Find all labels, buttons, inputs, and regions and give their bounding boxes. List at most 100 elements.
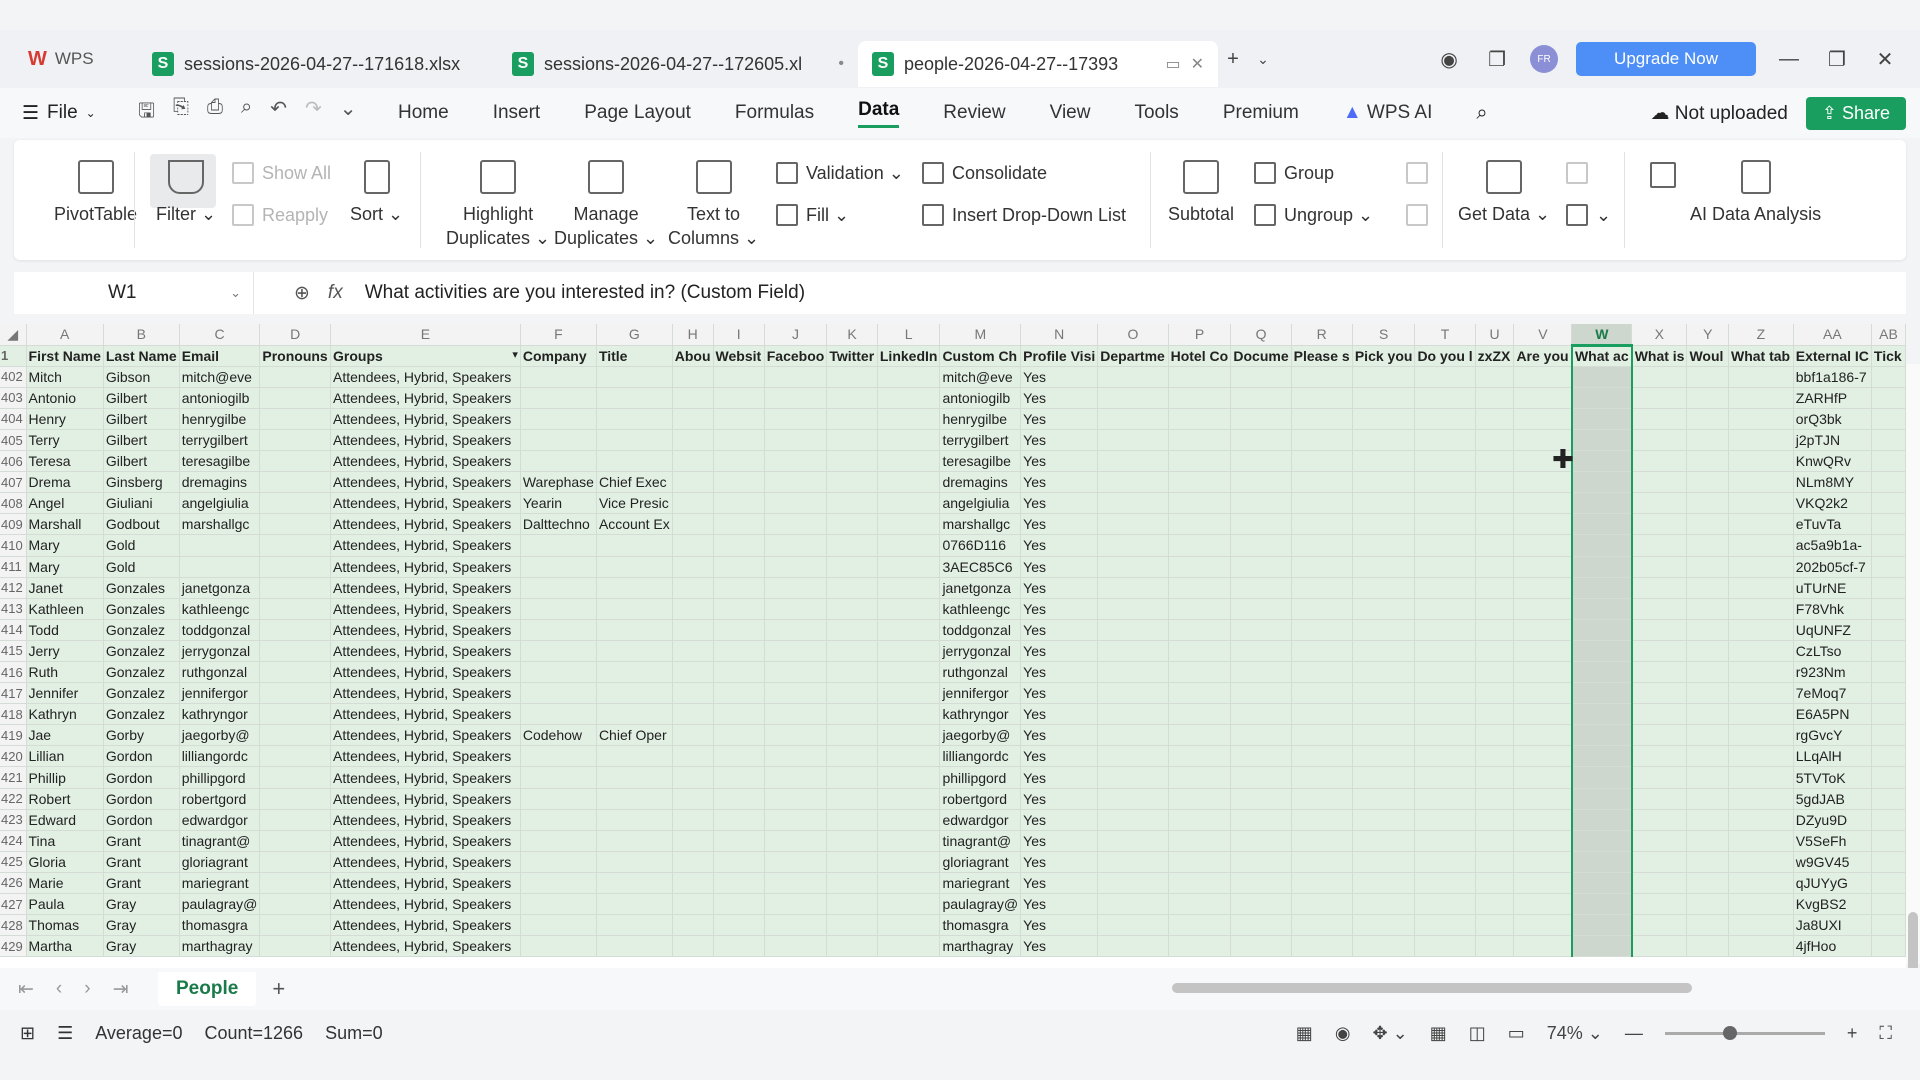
table-cell[interactable] — [1230, 577, 1292, 599]
table-cell[interactable]: Gordon — [103, 809, 180, 831]
table-cell[interactable] — [1291, 830, 1353, 852]
table-cell[interactable] — [1728, 745, 1794, 768]
header-cell[interactable]: External IC — [1793, 345, 1872, 367]
table-cell[interactable] — [1414, 387, 1476, 409]
table-cell[interactable] — [1475, 851, 1515, 873]
column-header-r[interactable]: R — [1291, 324, 1353, 346]
table-cell[interactable] — [672, 893, 714, 916]
table-cell[interactable] — [1871, 809, 1906, 831]
table-cell[interactable] — [1291, 513, 1353, 536]
table-cell[interactable] — [259, 935, 332, 958]
table-cell[interactable]: Gold — [103, 534, 180, 557]
table-cell[interactable] — [1230, 366, 1292, 388]
column-header-i[interactable]: I — [713, 324, 765, 346]
table-cell[interactable] — [877, 366, 941, 388]
table-cell[interactable]: Chief Exec — [596, 471, 673, 494]
table-cell[interactable] — [520, 872, 597, 895]
table-cell[interactable] — [259, 766, 332, 789]
table-cell[interactable] — [1352, 788, 1416, 810]
table-cell[interactable] — [1230, 640, 1292, 663]
table-cell[interactable]: 4jfHoo — [1793, 935, 1872, 958]
table-cell[interactable]: jennifergor — [179, 682, 261, 705]
table-cell[interactable]: 3AEC85C6 — [939, 556, 1022, 578]
table-cell[interactable] — [826, 745, 878, 768]
table-cell[interactable] — [1097, 619, 1169, 641]
table-cell[interactable] — [1291, 492, 1353, 515]
table-cell[interactable] — [259, 703, 332, 726]
table-cell[interactable] — [1728, 661, 1794, 684]
table-cell[interactable] — [713, 830, 765, 852]
save-icon[interactable]: 🖫 — [138, 96, 155, 130]
table-cell[interactable]: Kathryn — [26, 703, 104, 726]
table-cell[interactable] — [713, 745, 765, 768]
table-cell[interactable] — [1631, 914, 1688, 937]
table-cell[interactable] — [1570, 724, 1633, 747]
table-cell[interactable]: Gilbert — [103, 408, 180, 430]
column-header-w[interactable]: W — [1571, 324, 1633, 347]
table-cell[interactable] — [713, 703, 765, 726]
table-cell[interactable]: jennifergor — [939, 682, 1022, 705]
table-cell[interactable] — [672, 429, 714, 452]
ungroup-button[interactable]: Ungroup ⌄ — [1254, 204, 1373, 226]
table-cell[interactable] — [520, 598, 597, 620]
table-cell[interactable] — [1230, 872, 1292, 895]
column-header-d[interactable]: D — [259, 324, 332, 346]
table-cell[interactable] — [713, 556, 765, 578]
copilot-icon[interactable]: ◉ — [1434, 44, 1464, 74]
table-cell[interactable] — [1631, 851, 1688, 873]
table-cell[interactable]: dremagins — [179, 471, 261, 494]
table-cell[interactable]: Jennifer — [26, 682, 104, 705]
next-sheet-icon[interactable]: › — [84, 978, 90, 1001]
fx-icon[interactable]: fx — [328, 282, 343, 305]
table-cell[interactable] — [1352, 619, 1416, 641]
table-cell[interactable] — [1686, 366, 1729, 388]
horizontal-scroll-thumb[interactable] — [1172, 983, 1692, 993]
table-cell[interactable]: rgGvcY — [1793, 724, 1872, 747]
column-header-o[interactable]: O — [1097, 324, 1169, 346]
table-cell[interactable] — [764, 598, 828, 620]
menu-premium[interactable]: Premium — [1223, 102, 1299, 124]
table-cell[interactable] — [1631, 534, 1688, 557]
header-cell[interactable]: Hotel Co — [1168, 345, 1232, 367]
table-cell[interactable] — [1728, 556, 1794, 578]
table-cell[interactable]: CzLTso — [1793, 640, 1872, 663]
table-cell[interactable] — [520, 387, 597, 409]
table-cell[interactable]: Warephase — [520, 471, 597, 494]
reapply-button[interactable]: Reapply — [232, 204, 328, 226]
table-cell[interactable]: Mitch — [26, 366, 104, 388]
table-cell[interactable] — [1352, 450, 1416, 473]
table-cell[interactable]: Yes — [1020, 429, 1099, 452]
ai-data-analysis-button[interactable]: AI Data Analysis — [1690, 160, 1821, 225]
show-all-button[interactable]: Show All — [232, 162, 331, 184]
table-cell[interactable] — [826, 598, 878, 620]
table-cell[interactable] — [596, 429, 673, 452]
row-number[interactable]: 415 — [0, 640, 27, 663]
table-cell[interactable] — [259, 809, 332, 831]
table-cell[interactable] — [520, 745, 597, 768]
table-cell[interactable] — [1414, 935, 1476, 958]
table-cell[interactable]: LLqAlH — [1793, 745, 1872, 768]
table-cell[interactable]: kathryngor — [939, 703, 1022, 726]
table-cell[interactable] — [1513, 513, 1573, 536]
table-cell[interactable] — [877, 935, 941, 958]
table-cell[interactable] — [826, 534, 878, 557]
table-cell[interactable] — [1097, 893, 1169, 916]
restore-icon[interactable]: ❐ — [1822, 44, 1852, 74]
header-cell[interactable]: Abou — [672, 345, 714, 367]
table-cell[interactable] — [826, 471, 878, 494]
table-cell[interactable] — [1570, 598, 1633, 620]
table-cell[interactable] — [1728, 408, 1794, 430]
table-cell[interactable]: Jae — [26, 724, 104, 747]
table-cell[interactable] — [1513, 851, 1573, 873]
table-cell[interactable]: Yes — [1020, 872, 1099, 895]
table-cell[interactable] — [1097, 492, 1169, 515]
table-cell[interactable] — [1631, 893, 1688, 916]
table-cell[interactable] — [1631, 661, 1688, 684]
table-cell[interactable]: Attendees, Hybrid, Speakers — [330, 640, 521, 663]
table-cell[interactable]: Gilbert — [103, 450, 180, 473]
table-cell[interactable]: Gonzalez — [103, 703, 180, 726]
table-cell[interactable] — [877, 556, 941, 578]
table-cell[interactable]: Attendees, Hybrid, Speakers — [330, 893, 521, 916]
table-cell[interactable] — [1168, 598, 1232, 620]
header-cell[interactable]: Twitter — [826, 345, 878, 367]
